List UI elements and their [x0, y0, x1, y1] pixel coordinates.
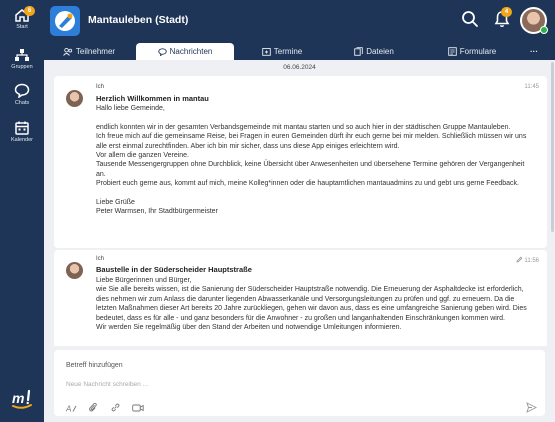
attach-button[interactable] — [88, 400, 98, 418]
tab-files-label: Dateien — [366, 47, 394, 56]
link-button[interactable] — [110, 400, 121, 418]
more-icon: ··· — [530, 47, 538, 56]
tab-forms[interactable]: Formulare — [437, 43, 507, 60]
rail-calendar-label: Kalender — [10, 137, 34, 143]
search-icon — [462, 11, 478, 27]
tab-files[interactable]: Dateien — [342, 43, 406, 60]
video-icon — [132, 404, 144, 412]
message-line: Vor allem die ganzen Vereine. — [96, 152, 190, 160]
tab-forms-label: Formulare — [459, 47, 497, 56]
message-feed[interactable]: 06.06.2024 Ich 11:45 Herzlich Willkommen… — [44, 60, 555, 346]
speech-bubble-icon — [158, 47, 167, 56]
message-line: Tausende Messengergruppen ohne Durchblic… — [96, 161, 525, 178]
groups-icon — [15, 49, 29, 61]
paperclip-icon — [89, 402, 97, 412]
tab-participants-label: Teilnehmer — [75, 47, 116, 56]
message-time: 11:56 — [524, 258, 539, 264]
text-format-button[interactable]: A — [65, 400, 77, 418]
rail-groups-label: Gruppen — [11, 64, 33, 70]
svg-text:A: A — [66, 405, 71, 414]
subject-input[interactable]: Betreff hinzufügen — [66, 362, 123, 369]
notifications-button[interactable]: 4 — [493, 7, 512, 33]
send-button[interactable] — [526, 400, 538, 418]
rail-chats-label: Chats — [14, 100, 30, 106]
start-badge: 6 — [24, 6, 35, 16]
mantau-logo-icon: m — [12, 389, 32, 409]
message-composer: Betreff hinzufügen Neue Nachricht schrei… — [54, 350, 545, 416]
message-time: 11:45 — [524, 84, 539, 90]
message-line: endlich konnten wir in der gesamten Verb… — [96, 123, 511, 131]
top-bar: Mantauleben (Stadt) 4 — [44, 0, 555, 41]
message-author: Ich — [96, 256, 105, 262]
date-separator: 06.06.2024 — [283, 64, 316, 71]
message-title: Herzlich Willkommen in mantau — [96, 94, 209, 103]
message-line: Ich freue mich auf die gemeinsame Reise,… — [96, 133, 527, 150]
group-title: Mantauleben (Stadt) — [88, 14, 189, 26]
message-card[interactable]: Ich 11:56 Baustelle in der Süderscheider… — [54, 250, 547, 346]
message-line: Wir werden Sie regelmäßig über den Stand… — [96, 324, 402, 332]
rail-start[interactable]: Start 6 — [0, 6, 44, 30]
calendar-plus-icon — [262, 48, 271, 56]
text-format-icon: A — [65, 405, 77, 414]
video-button[interactable] — [132, 400, 144, 418]
notification-badge: 4 — [501, 7, 512, 17]
message-line: Liebe Grüße — [96, 199, 135, 207]
calendar-icon — [15, 121, 29, 135]
rail-calendar[interactable]: Kalender — [0, 120, 44, 143]
rail-start-label: Start — [16, 24, 28, 30]
pencil-icon — [516, 256, 523, 263]
files-icon — [354, 47, 363, 56]
tab-messages[interactable]: Nachrichten — [136, 43, 234, 60]
message-body: Hallo liebe Gemeinde, endlich konnten wi… — [96, 104, 535, 217]
rail-groups[interactable]: Gruppen — [0, 48, 44, 70]
group-logo[interactable] — [50, 6, 80, 36]
message-line: Liebe Bürgerinnen und Bürger, — [96, 277, 192, 284]
form-icon — [448, 47, 457, 56]
tab-appointments[interactable]: Termine — [249, 43, 315, 60]
avatar — [66, 262, 83, 279]
svg-text:m: m — [12, 390, 24, 406]
message-line: Probiert euch gerne aus, kommt auf mich,… — [96, 180, 519, 188]
tab-messages-label: Nachrichten — [169, 47, 213, 56]
mantau-logo: m — [0, 388, 44, 410]
tab-appointments-label: Termine — [273, 47, 303, 56]
chat-bubble-icon — [14, 83, 30, 98]
tab-more[interactable]: ··· — [522, 43, 546, 60]
message-title: Baustelle in der Süderscheider Hauptstra… — [96, 265, 252, 274]
message-input[interactable]: Neue Nachricht schreiben ... — [66, 381, 148, 388]
message-line: wie Sie alle bereits wissen, ist die San… — [96, 286, 527, 322]
search-button[interactable] — [461, 10, 479, 33]
send-icon — [526, 402, 538, 413]
people-icon — [63, 47, 73, 56]
message-time-edited: 11:56 — [516, 256, 539, 264]
message-body: Liebe Bürgerinnen und Bürger, wie Sie al… — [96, 276, 535, 332]
feed-scrollbar[interactable] — [551, 62, 554, 232]
message-card[interactable]: Ich 11:45 Herzlich Willkommen in mantau … — [54, 76, 547, 248]
message-line: Peter Warmsen, Ihr Stadtbürgermeister — [96, 208, 218, 216]
message-author: Ich — [96, 84, 105, 90]
group-logo-icon — [55, 11, 75, 31]
left-rail: Start 6 Gruppen Chats Kalender m — [0, 0, 44, 422]
rail-chats[interactable]: Chats — [0, 83, 44, 106]
tab-participants[interactable]: Teilnehmer — [54, 43, 124, 60]
online-status-dot — [540, 26, 548, 34]
avatar — [66, 90, 83, 107]
link-icon — [111, 403, 120, 412]
message-line: Hallo liebe Gemeinde, — [96, 105, 165, 112]
tab-bar: Teilnehmer Nachrichten Termine Dateien F… — [44, 41, 555, 60]
